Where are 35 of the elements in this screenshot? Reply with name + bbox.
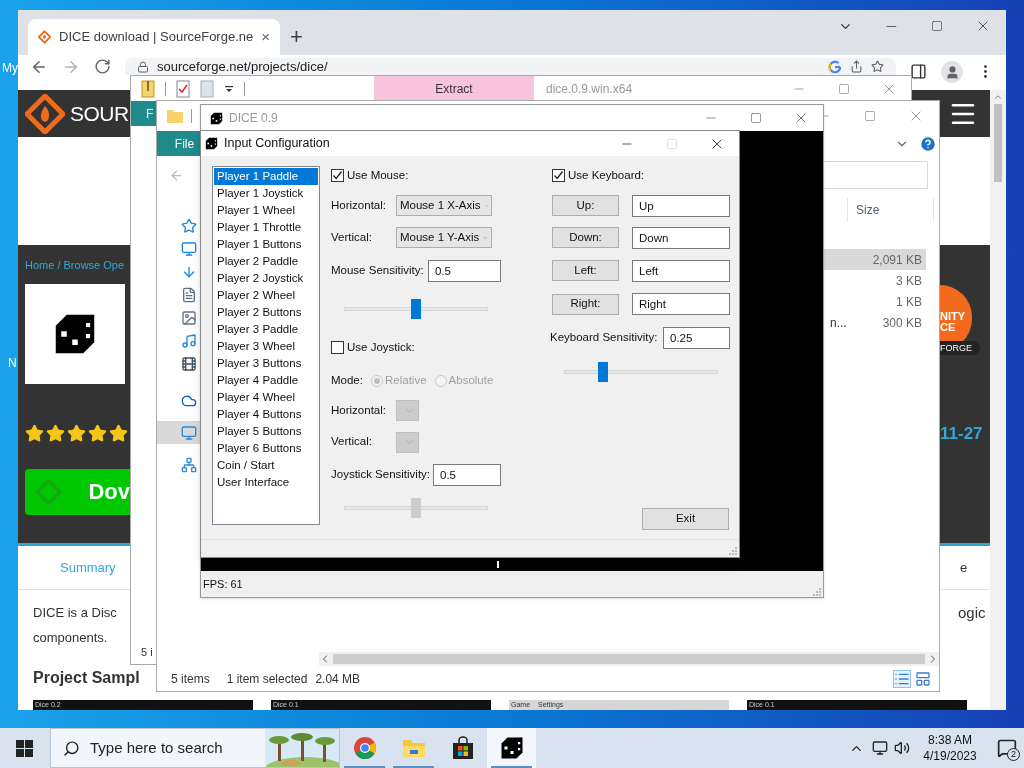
url-text: sourceforge.net/projects/dice/ — [157, 59, 328, 74]
window-title: dice.0.9.win.x64 — [546, 80, 633, 98]
checkbox-label: Use Mouse: — [347, 167, 409, 183]
description-text: DICE is a Disc — [33, 604, 117, 622]
field-label: Horizontal: — [331, 402, 387, 418]
radio-label: Absolute — [448, 372, 494, 388]
description-text: components. — [33, 629, 108, 647]
field-label: Joystick Sensitivity: — [331, 466, 432, 482]
search-placeholder: Type here to search — [90, 737, 223, 758]
badge-text: NITY — [940, 311, 967, 322]
date-text: 11-27 — [940, 423, 984, 445]
radio-label: Relative — [385, 372, 427, 388]
status-text: 1 item selected — [226, 670, 308, 688]
checkbox-label: Use Keyboard: — [568, 167, 645, 183]
file-name: n... — [830, 314, 848, 332]
status-text: 2.04 MB — [315, 670, 361, 688]
field-label: Mouse Sensitivity: — [331, 263, 425, 279]
field-label: Mode: — [331, 372, 364, 388]
file-size: 2,091 KB — [871, 251, 923, 269]
window-title: DICE 0.9 — [229, 110, 278, 127]
badge-ribbon: FORGE — [940, 341, 980, 355]
field-label: Keyboard Sensitivity: — [550, 330, 659, 346]
dialog-title: Input Configuration — [224, 135, 330, 153]
status-text: 5 i — [141, 645, 153, 660]
description-text: ogic — [958, 603, 987, 623]
field-label: Horizontal: — [331, 197, 387, 213]
section-heading: Project Sampl — [33, 667, 140, 688]
status-text: 5 items — [171, 670, 210, 688]
tab-title: DICE download | SourceForge.ne — [59, 28, 254, 47]
field-label: Vertical: — [331, 434, 373, 450]
badge-text: CE — [940, 322, 957, 333]
file-size: 300 KB — [881, 314, 923, 332]
field-label: Vertical: — [331, 229, 373, 245]
checkbox-label: Use Joystick: — [347, 339, 415, 355]
status-text: FPS: 61 — [203, 576, 243, 592]
